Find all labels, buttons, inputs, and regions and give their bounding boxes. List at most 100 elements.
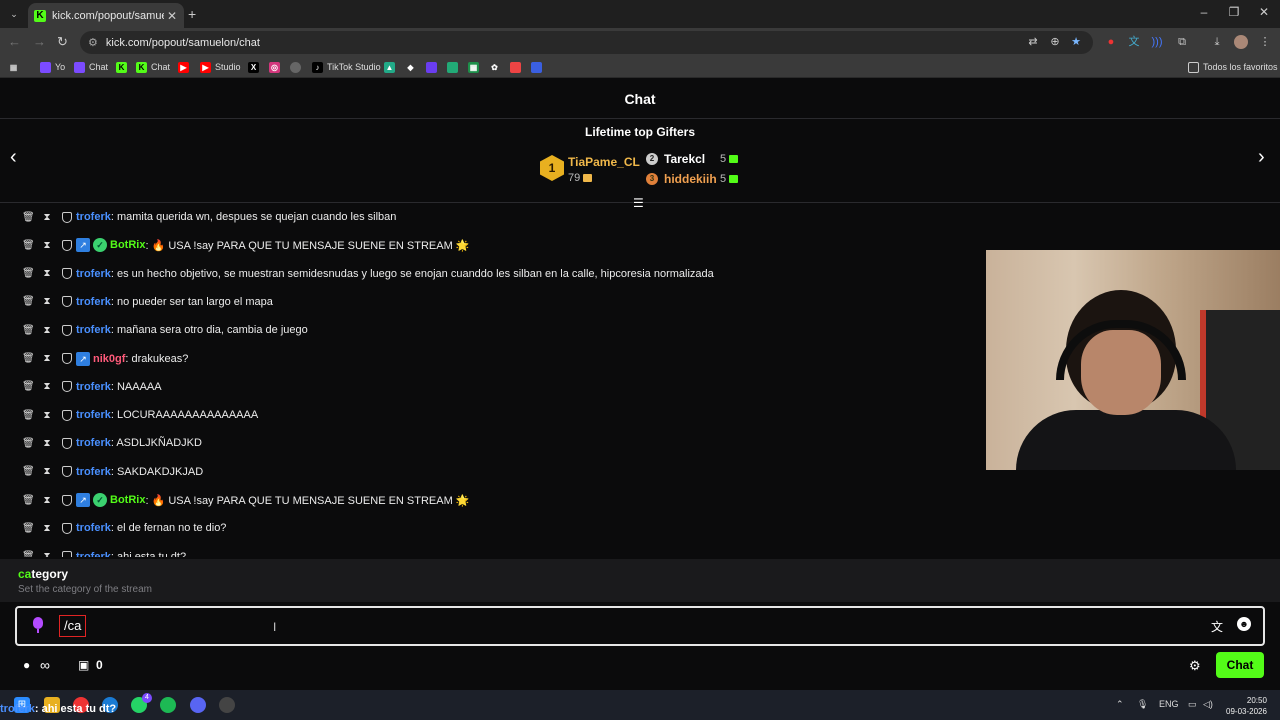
ban-shield-icon[interactable] bbox=[62, 296, 72, 308]
chat-message[interactable]: 🗑 ⧗ troferk: NAAAAA bbox=[22, 377, 162, 397]
ban-shield-icon[interactable] bbox=[62, 381, 72, 393]
timeout-icon[interactable]: ⧗ bbox=[42, 438, 52, 449]
bookmark-kick[interactable]: K bbox=[116, 60, 131, 74]
network-icon[interactable]: ▭ bbox=[1188, 699, 1197, 710]
translate-icon[interactable]: ⇄ bbox=[1026, 35, 1040, 49]
delete-message-icon[interactable]: 🗑 bbox=[22, 353, 35, 364]
bookmark-sheets[interactable]: ▦ bbox=[468, 60, 483, 74]
bookmark-chat-kick[interactable]: K Chat bbox=[136, 60, 170, 74]
chat-message[interactable]: 🗑 ⧗ troferk: LOCURAAAAAAAAAAAAAA bbox=[22, 405, 258, 425]
chat-message[interactable]: 🗑 ⧗ ↗ nik0gf: drakukeas? bbox=[22, 349, 188, 369]
tray-mic-icon[interactable]: 🎙 bbox=[1137, 699, 1148, 710]
chat-message[interactable]: 🗑 ⧗ troferk: es un hecho objetivo, se mues… bbox=[22, 264, 714, 284]
chat-message[interactable]: 🗑 ⧗ ↗ ✓ BotRix: 🔥 USA !say PARA QUE TU MENSA… bbox=[22, 235, 470, 255]
delete-message-icon[interactable]: 🗑 bbox=[22, 551, 35, 557]
chat-input[interactable]: /ca I 文 ☻ bbox=[15, 606, 1265, 646]
timeout-icon[interactable]: ⧗ bbox=[42, 268, 52, 279]
chat-message[interactable]: 🗑 ⧗ troferk: ahi esta tu dt? bbox=[22, 547, 186, 557]
ban-shield-icon[interactable] bbox=[62, 324, 72, 336]
timeout-icon[interactable]: ⧗ bbox=[42, 212, 52, 223]
timeout-icon[interactable]: ⧗ bbox=[42, 410, 52, 421]
message-username[interactable]: troferk bbox=[76, 211, 111, 223]
extension-audio-icon[interactable]: ))) bbox=[1150, 35, 1164, 49]
timeout-icon[interactable]: ⧗ bbox=[42, 381, 52, 392]
delete-message-icon[interactable]: 🗑 bbox=[22, 438, 35, 449]
ban-shield-icon[interactable] bbox=[62, 551, 72, 557]
obs-icon[interactable] bbox=[219, 697, 235, 713]
minimize-icon[interactable]: – bbox=[1194, 5, 1214, 19]
language-indicator[interactable]: ENG bbox=[1159, 699, 1179, 709]
send-chat-button[interactable]: Chat bbox=[1216, 652, 1264, 678]
all-bookmarks-folder[interactable]: Todos los favoritos bbox=[1188, 60, 1278, 74]
apps-icon[interactable]: ▦ bbox=[8, 60, 23, 74]
timeout-icon[interactable]: ⧗ bbox=[42, 551, 52, 557]
spotify-icon[interactable] bbox=[160, 697, 176, 713]
message-username[interactable]: troferk bbox=[76, 522, 111, 534]
message-username[interactable]: troferk bbox=[76, 466, 111, 478]
message-username[interactable]: troferk bbox=[76, 551, 111, 557]
chat-message[interactable]: 🗑 ⧗ troferk: no pueder ser tan largo el ma… bbox=[22, 292, 273, 312]
profile-avatar-icon[interactable] bbox=[1234, 35, 1248, 49]
ban-shield-icon[interactable] bbox=[62, 239, 72, 251]
delete-message-icon[interactable]: 🗑 bbox=[22, 523, 35, 534]
download-icon[interactable]: ⤓ bbox=[1210, 35, 1224, 49]
message-username[interactable]: BotRix bbox=[110, 494, 145, 506]
new-tab-icon[interactable]: + bbox=[188, 6, 196, 22]
bookmark-studio[interactable]: ▶ Studio bbox=[200, 60, 241, 74]
translate-chat-icon[interactable]: 文 bbox=[1211, 618, 1223, 635]
restore-icon[interactable]: ❐ bbox=[1224, 5, 1244, 19]
tab-search-icon[interactable]: ⌄ bbox=[6, 6, 22, 22]
timeout-icon[interactable]: ⧗ bbox=[42, 495, 52, 506]
message-username[interactable]: troferk bbox=[76, 268, 111, 280]
message-username[interactable]: BotRix bbox=[110, 239, 145, 251]
message-username[interactable]: troferk bbox=[76, 296, 111, 308]
gifter-3-name[interactable]: hiddekiih bbox=[664, 172, 717, 186]
chat-message[interactable]: 🗑 ⧗ troferk: SAKDAKDJKJAD bbox=[22, 462, 203, 482]
close-window-icon[interactable]: ✕ bbox=[1254, 5, 1274, 19]
reload-icon[interactable]: ↻ bbox=[57, 34, 68, 50]
menu-icon[interactable]: ⋮ bbox=[1258, 35, 1272, 49]
next-arrow-icon[interactable]: › bbox=[1258, 146, 1265, 169]
bookmark-instagram[interactable]: ◎ bbox=[269, 60, 284, 74]
delete-message-icon[interactable]: 🗑 bbox=[22, 268, 35, 279]
bookmark-purple[interactable] bbox=[426, 60, 441, 74]
bookmark-youtube[interactable]: ▶ bbox=[178, 60, 193, 74]
ban-shield-icon[interactable] bbox=[62, 466, 72, 478]
chat-input-text[interactable]: /ca bbox=[59, 615, 87, 637]
prev-arrow-icon[interactable]: ‹ bbox=[10, 146, 17, 169]
zoom-icon[interactable]: ⊕ bbox=[1048, 35, 1062, 49]
delete-message-icon[interactable]: 🗑 bbox=[22, 296, 35, 307]
message-username[interactable]: troferk bbox=[76, 381, 111, 393]
gifter-2-name[interactable]: Tarekcl bbox=[664, 152, 705, 166]
delete-message-icon[interactable]: 🗑 bbox=[22, 212, 35, 223]
ban-shield-icon[interactable] bbox=[62, 409, 72, 421]
site-info-icon[interactable]: ⚙ bbox=[88, 36, 98, 49]
gift-icon[interactable]: ▣ bbox=[78, 658, 89, 672]
ban-shield-icon[interactable] bbox=[62, 522, 72, 534]
system-clock[interactable]: 20:50 09-03-2026 bbox=[1226, 695, 1267, 717]
extensions-puzzle-icon[interactable]: ⧉ bbox=[1175, 35, 1189, 49]
timeout-icon[interactable]: ⧗ bbox=[42, 325, 52, 336]
timeout-icon[interactable]: ⧗ bbox=[42, 240, 52, 251]
bookmark-star-icon[interactable]: ★ bbox=[1069, 35, 1083, 49]
extension-translate-icon[interactable]: 文 bbox=[1127, 35, 1141, 49]
ban-shield-icon[interactable] bbox=[62, 268, 72, 280]
delete-message-icon[interactable]: 🗑 bbox=[22, 410, 35, 421]
bookmark-openai[interactable]: ✿ bbox=[489, 60, 504, 74]
bookmark-green-app[interactable] bbox=[447, 60, 462, 74]
chat-message[interactable]: 🗑 ⧗ ↗ ✓ BotRix: 🔥 USA !say PARA QUE TU MENSA… bbox=[22, 490, 470, 510]
points-icon[interactable]: ● bbox=[23, 658, 30, 672]
message-username[interactable]: troferk bbox=[76, 324, 111, 336]
delete-message-icon[interactable]: 🗑 bbox=[22, 325, 35, 336]
delete-message-icon[interactable]: 🗑 bbox=[22, 240, 35, 251]
delete-message-icon[interactable]: 🗑 bbox=[22, 495, 35, 506]
timeout-icon[interactable]: ⧗ bbox=[42, 296, 52, 307]
chat-message[interactable]: 🗑 ⧗ troferk: el de fernan no te dio? bbox=[22, 518, 226, 538]
back-icon[interactable]: ← bbox=[8, 34, 21, 49]
delete-message-icon[interactable]: 🗑 bbox=[22, 466, 35, 477]
command-suggestion[interactable]: category Set the category of the stream bbox=[0, 559, 1280, 602]
bookmark-tiktok-studio[interactable]: ♪ TikTok Studio bbox=[312, 60, 381, 74]
ban-shield-icon[interactable] bbox=[62, 353, 72, 364]
timeout-icon[interactable]: ⧗ bbox=[42, 523, 52, 534]
emoji-icon[interactable]: ☻ bbox=[1237, 617, 1251, 631]
